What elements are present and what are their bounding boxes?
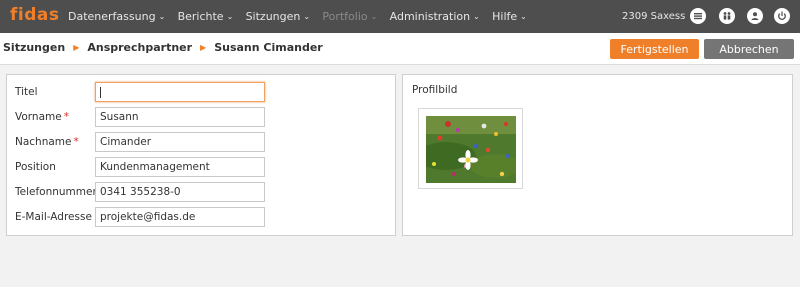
user-name: 2309 Saxess <box>622 0 685 33</box>
contact-form-panel: Titel Vorname * Susann Nachname * Cimander… <box>6 74 396 236</box>
profile-picture-image <box>426 116 516 183</box>
vorname-input[interactable]: Susann <box>95 107 265 127</box>
menu-berichte[interactable]: Berichte ⌄ <box>178 10 236 23</box>
form-row-telefonnummer: Telefonnummer <box>15 182 97 202</box>
field-label: Vorname * <box>15 111 95 123</box>
profile-picture-frame[interactable] <box>418 108 523 189</box>
field-label: E-Mail-Adresse <box>15 211 92 223</box>
breadcrumb: Sitzungen ▶ Ansprechpartner ▶ Susann Cim… <box>3 41 323 54</box>
menu-administration[interactable]: Administration ⌄ <box>390 10 483 23</box>
user-name-label: 2309 Saxess <box>622 11 686 22</box>
menu-label: Portfolio <box>322 10 368 23</box>
chevron-down-icon: ⌄ <box>158 12 166 21</box>
menu-portfolio: Portfolio ⌄ <box>322 10 379 23</box>
text-cursor <box>100 86 101 98</box>
profile-picture-label: Profilbild <box>412 84 458 96</box>
titel-input[interactable] <box>95 82 265 102</box>
cancel-button[interactable]: Abbrechen <box>704 39 794 59</box>
chevron-down-icon: ⌄ <box>303 12 311 21</box>
field-label: Titel <box>15 86 38 98</box>
form-row-position: Position <box>15 157 95 177</box>
logo-text: fidas <box>10 5 60 25</box>
user-icon[interactable] <box>747 8 763 24</box>
people-icon[interactable] <box>719 8 735 24</box>
field-label-text: Vorname <box>15 111 62 123</box>
chevron-down-icon: ⌄ <box>473 12 480 21</box>
nachname-input[interactable]: Cimander <box>95 132 265 152</box>
email-field[interactable]: projekte@fidas.de <box>95 207 265 227</box>
field-value: Cimander <box>100 136 152 148</box>
field-value: Kundenmanagement <box>100 161 210 173</box>
field-value: projekte@fidas.de <box>100 211 196 223</box>
field-label-text: Nachname <box>15 136 72 148</box>
field-label: Telefonnummer <box>15 186 97 198</box>
list-icon[interactable] <box>690 8 706 24</box>
top-navigation-bar: fidas Datenerfassung ⌄ Berichte ⌄ Sitzunge… <box>0 0 800 33</box>
menu-hilfe[interactable]: Hilfe ⌄ <box>492 10 529 23</box>
menu-datenerfassung[interactable]: Datenerfassung ⌄ <box>68 10 168 23</box>
form-row-email: E-Mail-Adresse <box>15 207 95 227</box>
form-row-titel: Titel <box>15 82 95 102</box>
breadcrumb-bar: Sitzungen ▶ Ansprechpartner ▶ Susann Cim… <box>0 33 800 65</box>
breadcrumb-sitzungen[interactable]: Sitzungen <box>3 41 65 54</box>
menu-label: Hilfe <box>492 10 518 23</box>
breadcrumb-separator-icon: ▶ <box>73 43 80 52</box>
finish-button[interactable]: Fertigstellen <box>610 39 699 59</box>
breadcrumb-ansprechpartner[interactable]: Ansprechpartner <box>87 41 192 54</box>
menu-label: Datenerfassung <box>68 10 156 23</box>
chevron-down-icon: ⌄ <box>226 12 234 21</box>
form-row-nachname: Nachname * <box>15 132 95 152</box>
profile-picture-panel: Profilbild <box>402 74 793 236</box>
field-value: Susann <box>100 111 139 123</box>
chevron-down-icon: ⌄ <box>370 12 378 21</box>
field-value: 0341 355238-0 <box>100 186 181 198</box>
form-row-vorname: Vorname * <box>15 107 95 127</box>
fidas-logo[interactable]: fidas <box>10 5 59 27</box>
menu-label: Sitzungen <box>245 10 301 23</box>
field-label: Nachname * <box>15 136 95 148</box>
menu-label: Administration <box>389 10 471 23</box>
required-marker: * <box>73 136 79 148</box>
position-input[interactable]: Kundenmanagement <box>95 157 265 177</box>
field-label: Position <box>15 161 56 173</box>
telefonnummer-input[interactable]: 0341 355238-0 <box>95 182 265 202</box>
breadcrumb-current-contact: Susann Cimander <box>214 41 323 54</box>
chevron-down-icon: ⌄ <box>520 12 527 21</box>
required-marker: * <box>63 111 69 123</box>
power-icon[interactable] <box>774 8 790 24</box>
menu-label: Berichte <box>177 10 224 23</box>
main-menu: Datenerfassung ⌄ Berichte ⌄ Sitzungen ⌄ Por… <box>68 0 539 33</box>
menu-sitzungen[interactable]: Sitzungen ⌄ <box>246 10 313 23</box>
breadcrumb-separator-icon: ▶ <box>200 43 207 52</box>
